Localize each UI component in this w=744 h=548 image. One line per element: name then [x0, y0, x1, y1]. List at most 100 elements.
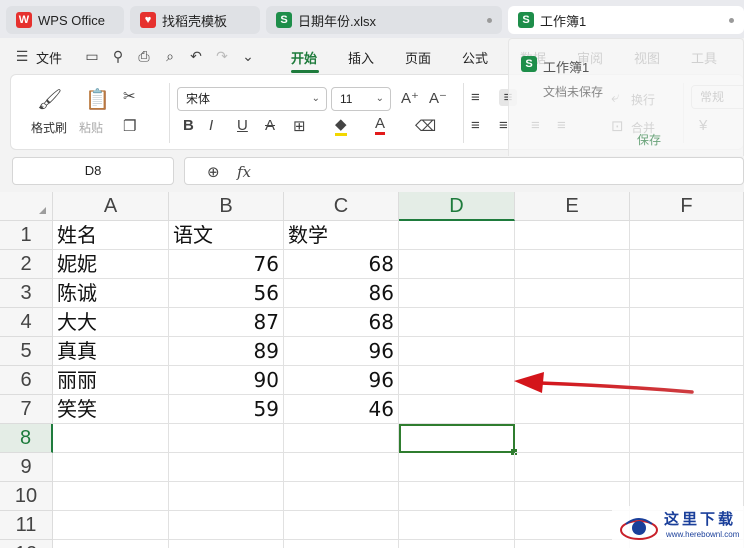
row-header-10[interactable]: 10: [0, 482, 53, 511]
cut-icon[interactable]: ✂: [123, 87, 136, 105]
cell-a12[interactable]: [53, 540, 169, 548]
cell-f6[interactable]: [630, 366, 744, 395]
cell-c6[interactable]: 96: [284, 366, 399, 395]
print-preview-icon[interactable]: ⌕: [162, 48, 178, 64]
column-header-e[interactable]: E: [515, 192, 630, 221]
cell-a8[interactable]: [53, 424, 169, 453]
cell-a7[interactable]: 笑笑: [53, 395, 169, 424]
hamburger-menu-icon[interactable]: ☰: [14, 48, 30, 64]
cell-a5[interactable]: 真真: [53, 337, 169, 366]
column-header-a[interactable]: A: [53, 192, 169, 221]
cell-a6[interactable]: 丽丽: [53, 366, 169, 395]
cell-d9[interactable]: [399, 453, 515, 482]
spreadsheet-grid[interactable]: A B C D E F 1 姓名 语文 数学 2 妮妮 76 68 3 陈诚 56 86 4 大大 87 68 5 真真 89 9…: [0, 192, 744, 548]
decrease-font-icon[interactable]: A⁻: [429, 89, 447, 107]
cell-c11[interactable]: [284, 511, 399, 540]
cell-b4[interactable]: 87: [169, 308, 284, 337]
cell-d12[interactable]: [399, 540, 515, 548]
row-header-4[interactable]: 4: [0, 308, 53, 337]
cell-a4[interactable]: 大大: [53, 308, 169, 337]
select-all-corner[interactable]: [0, 192, 53, 221]
cell-c2[interactable]: 68: [284, 250, 399, 279]
cell-d2[interactable]: [399, 250, 515, 279]
tab-docer[interactable]: ♥ 找稻壳模板: [130, 6, 260, 34]
row-header-6[interactable]: 6: [0, 366, 53, 395]
menu-file[interactable]: 文件: [36, 48, 62, 67]
font-size-select[interactable]: 11 ⌄: [331, 87, 391, 111]
cell-e6[interactable]: [515, 366, 630, 395]
cell-d3[interactable]: [399, 279, 515, 308]
cell-f3[interactable]: [630, 279, 744, 308]
fill-color-icon[interactable]: ◆: [335, 115, 347, 136]
cell-c1[interactable]: 数学: [284, 221, 399, 250]
cell-b9[interactable]: [169, 453, 284, 482]
cell-a2[interactable]: 妮妮: [53, 250, 169, 279]
underline-icon[interactable]: U: [237, 117, 248, 134]
cell-e8[interactable]: [515, 424, 630, 453]
cell-c7[interactable]: 46: [284, 395, 399, 424]
cell-b8[interactable]: [169, 424, 284, 453]
cell-b2[interactable]: 76: [169, 250, 284, 279]
cell-d5[interactable]: [399, 337, 515, 366]
cell-e4[interactable]: [515, 308, 630, 337]
cell-e3[interactable]: [515, 279, 630, 308]
column-header-b[interactable]: B: [169, 192, 284, 221]
paste-label[interactable]: 粘贴: [79, 119, 103, 136]
menu-formula[interactable]: 公式: [462, 48, 488, 67]
font-color-icon[interactable]: A: [375, 115, 386, 135]
save-label[interactable]: 保存: [637, 131, 661, 148]
row-header-7[interactable]: 7: [0, 395, 53, 424]
cell-c9[interactable]: [284, 453, 399, 482]
eraser-icon[interactable]: ⌫: [415, 117, 436, 135]
cell-f5[interactable]: [630, 337, 744, 366]
cell-f4[interactable]: [630, 308, 744, 337]
paste-icon[interactable]: 📋: [85, 87, 110, 112]
cell-c10[interactable]: [284, 482, 399, 511]
align-center-icon[interactable]: ≡: [499, 117, 508, 134]
align-top-icon[interactable]: ≡: [471, 89, 480, 106]
tab-workbook1[interactable]: S 工作簿1: [508, 6, 744, 34]
row-header-2[interactable]: 2: [0, 250, 53, 279]
tab-date-year-file[interactable]: S 日期年份.xlsx: [266, 6, 502, 34]
italic-icon[interactable]: I: [209, 117, 213, 134]
copy-icon[interactable]: ❐: [123, 117, 136, 135]
name-box[interactable]: D8: [12, 157, 174, 185]
cell-e9[interactable]: [515, 453, 630, 482]
cell-d6[interactable]: [399, 366, 515, 395]
cell-a10[interactable]: [53, 482, 169, 511]
cell-f2[interactable]: [630, 250, 744, 279]
column-header-f[interactable]: F: [630, 192, 744, 221]
formula-input[interactable]: ⊕ fx: [184, 157, 744, 185]
column-header-c[interactable]: C: [284, 192, 399, 221]
cell-d11[interactable]: [399, 511, 515, 540]
print-icon[interactable]: ⎙: [136, 48, 152, 64]
cell-f8[interactable]: [630, 424, 744, 453]
cell-b1[interactable]: 语文: [169, 221, 284, 250]
cell-b7[interactable]: 59: [169, 395, 284, 424]
cell-c8[interactable]: [284, 424, 399, 453]
row-header-9[interactable]: 9: [0, 453, 53, 482]
chevron-down-icon[interactable]: ⌄: [240, 48, 256, 64]
cell-e5[interactable]: [515, 337, 630, 366]
cell-d1[interactable]: [399, 221, 515, 250]
cell-b5[interactable]: 89: [169, 337, 284, 366]
cell-b10[interactable]: [169, 482, 284, 511]
cell-d8[interactable]: [399, 424, 515, 453]
cell-c3[interactable]: 86: [284, 279, 399, 308]
row-header-12[interactable]: 12: [0, 540, 53, 548]
bold-icon[interactable]: B: [183, 117, 194, 134]
cell-a9[interactable]: [53, 453, 169, 482]
column-header-d[interactable]: D: [399, 192, 515, 221]
strikethrough-icon[interactable]: A: [265, 117, 275, 134]
cell-a1[interactable]: 姓名: [53, 221, 169, 250]
cell-f7[interactable]: [630, 395, 744, 424]
cell-b12[interactable]: [169, 540, 284, 548]
cell-e1[interactable]: [515, 221, 630, 250]
cell-d4[interactable]: [399, 308, 515, 337]
cell-f9[interactable]: [630, 453, 744, 482]
share-icon[interactable]: ⚲: [110, 48, 126, 64]
row-header-3[interactable]: 3: [0, 279, 53, 308]
menu-insert[interactable]: 插入: [348, 48, 374, 67]
cell-a3[interactable]: 陈诚: [53, 279, 169, 308]
cell-e7[interactable]: [515, 395, 630, 424]
